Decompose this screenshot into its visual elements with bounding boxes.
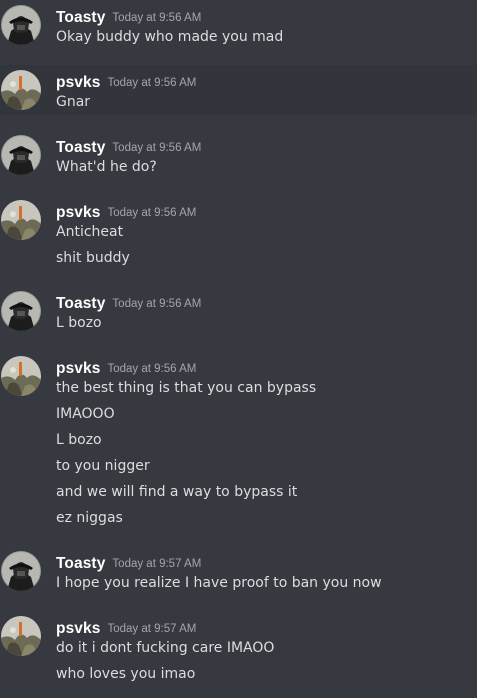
username[interactable]: psvks	[56, 204, 100, 221]
toasty-avatar-icon[interactable]	[1, 5, 41, 45]
message-header: psvks Today at 9:57 AM	[56, 618, 196, 637]
message-group: psvks Today at 9:57 AM do it i dont fucki…	[0, 611, 477, 698]
message-text: L bozo	[56, 432, 102, 448]
username[interactable]: Toasty	[56, 139, 105, 156]
timestamp[interactable]: Today at 9:56 AM	[107, 363, 196, 375]
message-text: What'd he do?	[56, 159, 157, 175]
toasty-avatar-icon[interactable]	[1, 135, 41, 175]
message-group: psvks Today at 9:56 AM the best thing is …	[0, 351, 477, 536]
timestamp[interactable]: Today at 9:56 AM	[112, 142, 201, 154]
toasty-avatar-icon[interactable]	[1, 291, 41, 331]
message-header: Toasty Today at 9:56 AM	[56, 137, 201, 156]
username[interactable]: Toasty	[56, 9, 105, 26]
timestamp[interactable]: Today at 9:56 AM	[112, 12, 201, 24]
message-text: Okay buddy who made you mad	[56, 29, 284, 45]
chat-messages: Toasty Today at 9:56 AM Okay buddy who ma…	[0, 0, 477, 698]
message-text: Gnar	[56, 94, 91, 110]
username[interactable]: psvks	[56, 74, 100, 91]
message-header: Toasty Today at 9:56 AM	[56, 7, 201, 26]
message-group: psvks Today at 9:56 AM Anticheat shit bud…	[0, 195, 477, 275]
timestamp[interactable]: Today at 9:56 AM	[112, 298, 201, 310]
message-text: to you nigger	[56, 458, 150, 474]
message-group: Toasty Today at 9:56 AM Okay buddy who ma…	[0, 0, 477, 64]
username[interactable]: Toasty	[56, 555, 105, 572]
psvks-avatar-icon[interactable]	[1, 356, 41, 396]
username[interactable]: Toasty	[56, 295, 105, 312]
message-header: Toasty Today at 9:57 AM	[56, 553, 201, 572]
message-text: Anticheat	[56, 224, 124, 240]
message-text: ez niggas	[56, 510, 123, 526]
message-group: Toasty Today at 9:56 AM What'd he do?	[0, 130, 477, 190]
message-text: I hope you realize I have proof to ban y…	[56, 575, 382, 591]
psvks-avatar-icon[interactable]	[1, 70, 41, 110]
message-group: Toasty Today at 9:57 AM I hope you realiz…	[0, 546, 477, 606]
message-text: shit buddy	[56, 250, 130, 266]
message-header: psvks Today at 9:56 AM	[56, 202, 196, 221]
message-text: do it i dont fucking care IMAOO	[56, 640, 275, 656]
toasty-avatar-icon[interactable]	[1, 551, 41, 591]
message-text: IMAOOO	[56, 406, 115, 422]
psvks-avatar-icon[interactable]	[1, 200, 41, 240]
message-text: and we will find a way to bypass it	[56, 484, 298, 500]
timestamp[interactable]: Today at 9:57 AM	[112, 558, 201, 570]
message-header: psvks Today at 9:56 AM	[56, 358, 196, 377]
timestamp[interactable]: Today at 9:56 AM	[107, 207, 196, 219]
timestamp[interactable]: Today at 9:57 AM	[107, 623, 196, 635]
message-group: Toasty Today at 9:56 AM L bozo	[0, 286, 477, 346]
message-text: who loves you imao	[56, 666, 196, 682]
message-group: psvks Today at 9:56 AM Gnar	[0, 65, 477, 115]
psvks-avatar-icon[interactable]	[1, 616, 41, 656]
timestamp[interactable]: Today at 9:56 AM	[107, 77, 196, 89]
username[interactable]: psvks	[56, 360, 100, 377]
username[interactable]: psvks	[56, 620, 100, 637]
message-text: the best thing is that you can bypass	[56, 380, 317, 396]
message-header: psvks Today at 9:56 AM	[56, 72, 196, 91]
message-text: L bozo	[56, 315, 102, 331]
message-header: Toasty Today at 9:56 AM	[56, 293, 201, 312]
